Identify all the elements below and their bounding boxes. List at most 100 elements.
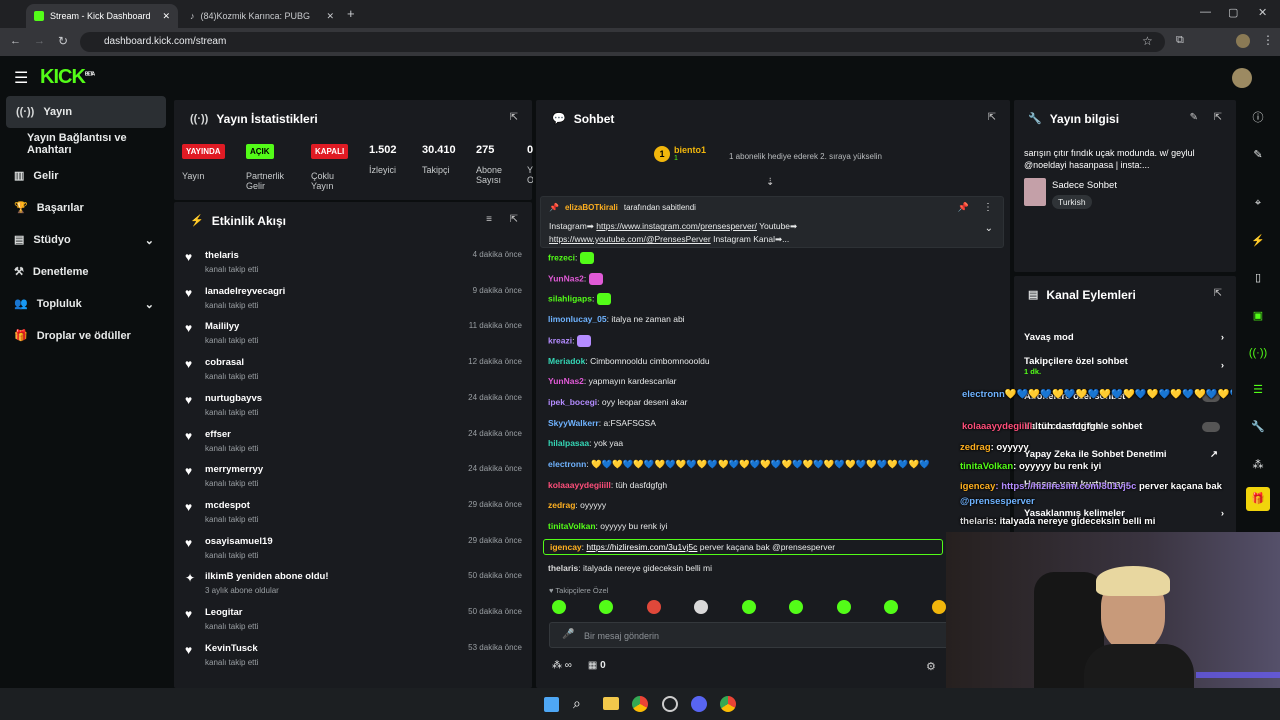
close-window-icon[interactable]: ✕ <box>1258 6 1267 19</box>
infinity-icon[interactable]: ⁂ ∞ <box>552 660 572 671</box>
more-icon[interactable]: ⋮ <box>983 202 993 213</box>
extensions-icon[interactable]: ⧉ <box>1176 34 1184 47</box>
close-icon[interactable]: ✕ <box>326 11 334 22</box>
chat-username[interactable]: frezeci <box>548 252 575 262</box>
activity-name[interactable]: effser <box>205 429 231 440</box>
url-bar[interactable]: dashboard.kick.com/stream <box>80 32 1165 52</box>
emote-icon[interactable] <box>552 600 566 614</box>
action-followers-only[interactable]: Takipçilere özel sohbet 1 dk. › <box>1024 356 1224 376</box>
chat-username[interactable]: electronn <box>548 459 586 469</box>
sidebar-item-gelir[interactable]: ▥ Gelir <box>0 160 172 192</box>
chat-username[interactable]: igencay <box>550 542 582 552</box>
popout-icon[interactable]: ⇱ <box>988 112 996 123</box>
wrench-icon[interactable]: 🔧 <box>1240 412 1276 442</box>
user-avatar[interactable] <box>1232 68 1252 88</box>
chat-username[interactable]: limonlucay_05 <box>548 314 607 324</box>
emote-icon[interactable] <box>647 600 661 614</box>
lightning-icon[interactable]: ⚡ <box>1240 226 1276 256</box>
menu-icon[interactable]: ⋮ <box>1262 33 1274 47</box>
close-icon[interactable]: ✕ <box>162 11 170 22</box>
file-explorer-icon[interactable] <box>603 697 619 710</box>
chat-icon[interactable]: ▣ <box>1240 301 1276 331</box>
filter-icon[interactable]: ≡ <box>486 214 492 225</box>
target-icon[interactable]: ⌖ <box>1240 188 1276 218</box>
action-ai-moderation[interactable]: Yapay Zeka ile Sohbet Denetimi ↗ <box>1024 449 1224 460</box>
emote-icon[interactable] <box>932 600 946 614</box>
popout-icon[interactable]: ⇱ <box>510 112 518 123</box>
activity-name[interactable]: mcdespot <box>205 500 250 511</box>
popout-icon[interactable]: ⇱ <box>1214 288 1222 299</box>
expand-icon[interactable]: ⌄ <box>985 223 993 234</box>
activity-name[interactable]: Maililyy <box>205 321 239 332</box>
emote-icon[interactable] <box>694 600 708 614</box>
profile-avatar[interactable] <box>1236 34 1250 48</box>
chat-username[interactable]: thelaris <box>548 563 578 573</box>
chat-username[interactable]: hilalpasaa <box>548 438 589 448</box>
chat-username[interactable]: kolaaayydegiiill <box>548 480 611 490</box>
chrome-icon[interactable] <box>632 696 648 712</box>
scroll-down-icon[interactable]: ⇣ <box>766 177 774 188</box>
top-gifter[interactable]: 1 biento1 1 <box>654 145 706 162</box>
reload-icon[interactable]: ↻ <box>58 34 68 48</box>
chrome-active-icon[interactable] <box>720 696 736 712</box>
activity-name[interactable]: merrymerryy <box>205 464 263 475</box>
sidebar-item-topluluk[interactable]: 👥 Topluluk ⌄ <box>0 288 172 320</box>
info-icon[interactable]: ⓘ <box>1240 103 1276 133</box>
edit-icon[interactable]: ✎ <box>1190 112 1198 123</box>
forward-icon[interactable]: → <box>34 35 45 47</box>
kick-logo[interactable]: KICKBETA <box>40 66 95 89</box>
unpin-icon[interactable]: 📌 <box>958 202 969 213</box>
new-tab-button[interactable]: + <box>347 6 355 21</box>
maximize-icon[interactable]: ▢ <box>1228 6 1238 19</box>
tab-kick-dashboard[interactable]: Stream - Kick Dashboard ✕ <box>26 4 178 28</box>
store-icon[interactable]: ▦ 0 <box>588 660 606 671</box>
emote-icon[interactable] <box>837 600 851 614</box>
chat-username[interactable]: YunNas2 <box>548 273 584 283</box>
activity-name[interactable]: nurtugbayvs <box>205 393 262 404</box>
chat-input[interactable]: 🎤 Bir mesaj gönderin <box>549 622 949 648</box>
action-slow-mode[interactable]: Yavaş mod › <box>1024 332 1224 343</box>
chat-username[interactable]: zedrag <box>548 500 575 510</box>
activity-name[interactable]: ilkimB yeniden abone oldu! <box>205 571 329 582</box>
youtube-link[interactable]: https://www.youtube.com/@PrensesPerver <box>549 234 711 244</box>
minimize-icon[interactable]: — <box>1200 6 1211 18</box>
popout-icon[interactable]: ⇱ <box>1214 112 1222 123</box>
clipboard-icon[interactable]: ▯ <box>1240 263 1276 293</box>
app-icon[interactable] <box>662 696 678 712</box>
hamburger-icon[interactable]: ☰ <box>14 68 28 88</box>
chat-username[interactable]: SkyyWalkerr <box>548 418 599 428</box>
windows-start-icon[interactable] <box>544 697 559 712</box>
chat-username[interactable]: YunNas2 <box>548 376 584 386</box>
chat-username[interactable]: Meriadok <box>548 356 585 366</box>
chat-username[interactable]: ipek_bocegi <box>548 397 597 407</box>
activity-name[interactable]: KevinTusck <box>205 643 258 654</box>
tab-pubg[interactable]: ♪ (84)Kozmik Karınca: PUBG Mobi... ✕ <box>182 4 342 28</box>
settings-icon[interactable]: ⚙ <box>926 660 936 673</box>
sidebar-item-stream-key[interactable]: Yayın Bağlantısı ve Anahtarı <box>0 128 172 160</box>
popout-icon[interactable]: ⇱ <box>510 214 518 225</box>
back-icon[interactable]: ← <box>10 35 21 47</box>
emote-icon[interactable] <box>599 600 613 614</box>
activity-name[interactable]: osayisamuel19 <box>205 536 273 547</box>
pinned-message[interactable]: 📌 elizaBOTkirali tarafından sabitlendi 📌… <box>540 196 1004 248</box>
emote-icon[interactable] <box>884 600 898 614</box>
sidebar-item-basarilar[interactable]: 🏆 Başarılar <box>0 192 172 224</box>
chat-username[interactable]: silahligaps <box>548 294 592 304</box>
activity-name[interactable]: thelaris <box>205 250 239 261</box>
sidebar-item-droplar[interactable]: 🎁 Droplar ve ödüller <box>0 320 172 352</box>
share-icon[interactable]: ⁂ <box>1240 450 1276 480</box>
emote-icon[interactable] <box>789 600 803 614</box>
chat-username[interactable]: tinitaVolkan <box>548 521 596 531</box>
sidebar-item-studyo[interactable]: ▤ Stüdyo ⌄ <box>0 224 172 256</box>
activity-name[interactable]: Leogitar <box>205 607 242 618</box>
microphone-icon[interactable]: 🎤 <box>562 629 574 640</box>
list-icon[interactable]: ☰ <box>1240 375 1276 405</box>
toggle[interactable] <box>1202 422 1220 432</box>
discord-icon[interactable] <box>691 696 707 712</box>
sidebar-item-yayin[interactable]: ((·)) Yayın <box>6 96 166 128</box>
chat-link[interactable]: https://hizliresim.com/3u1vj5c <box>586 542 697 552</box>
broadcast-icon[interactable]: ((·)) <box>1240 338 1276 368</box>
pencil-icon[interactable]: ✎ <box>1240 140 1276 170</box>
bookmark-icon[interactable]: ☆ <box>1142 34 1153 48</box>
chat-username[interactable]: kreazi <box>548 335 572 345</box>
